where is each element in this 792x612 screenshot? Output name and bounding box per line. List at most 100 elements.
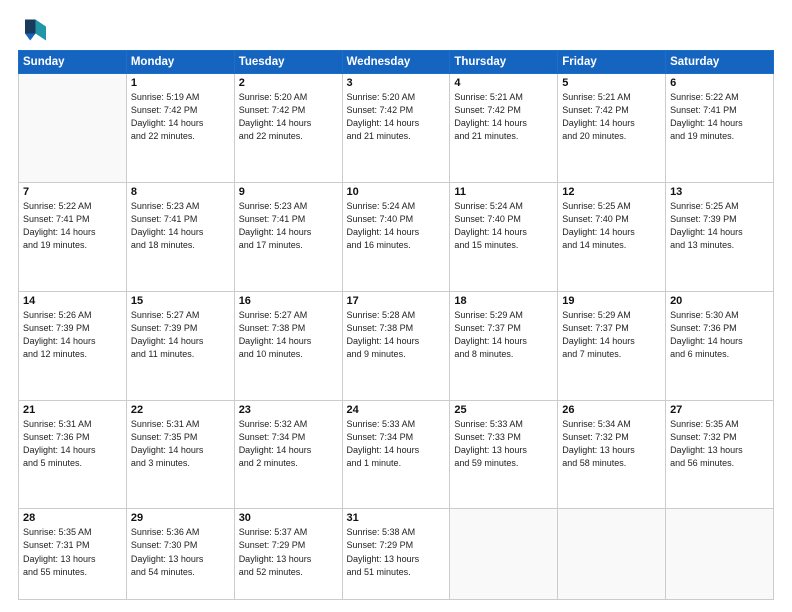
day-number: 22 xyxy=(131,404,230,416)
calendar-cell: 25 Sunrise: 5:33 AM Sunset: 7:33 PM Dayli… xyxy=(450,400,558,509)
weekday-header-tuesday: Tuesday xyxy=(234,51,342,74)
header xyxy=(18,16,774,44)
day-number: 4 xyxy=(454,77,553,89)
day-number: 1 xyxy=(131,77,230,89)
day-number: 10 xyxy=(347,186,446,198)
calendar-week-row: 28Sunrise: 5:35 AM Sunset: 7:31 PM Dayli… xyxy=(19,509,774,600)
calendar-cell: 18 Sunrise: 5:29 AM Sunset: 7:37 PM Dayli… xyxy=(450,291,558,400)
calendar-cell: 16 Sunrise: 5:27 AM Sunset: 7:38 PM Dayli… xyxy=(234,291,342,400)
day-info: Sunrise: 5:19 AM Sunset: 7:42 PM Dayligh… xyxy=(131,91,230,143)
day-info: Sunrise: 5:36 AM Sunset: 7:30 PM Dayligh… xyxy=(131,526,230,578)
weekday-header-monday: Monday xyxy=(126,51,234,74)
day-info: Sunrise: 5:38 AM Sunset: 7:29 PM Dayligh… xyxy=(347,526,446,578)
weekday-header-sunday: Sunday xyxy=(19,51,127,74)
calendar-cell: 19 Sunrise: 5:29 AM Sunset: 7:37 PM Dayli… xyxy=(558,291,666,400)
day-number: 25 xyxy=(454,404,553,416)
calendar-cell: 29 Sunrise: 5:36 AM Sunset: 7:30 PM Dayli… xyxy=(126,509,234,600)
day-info: Sunrise: 5:24 AM Sunset: 7:40 PM Dayligh… xyxy=(454,200,553,252)
day-number: 26 xyxy=(562,404,661,416)
calendar-cell xyxy=(19,74,127,183)
logo-icon xyxy=(18,16,46,44)
calendar-cell: 20Sunrise: 5:30 AM Sunset: 7:36 PM Dayli… xyxy=(666,291,774,400)
calendar-cell: 12Sunrise: 5:25 AM Sunset: 7:40 PM Dayli… xyxy=(558,182,666,291)
calendar-cell: 3 Sunrise: 5:20 AM Sunset: 7:42 PM Daylig… xyxy=(342,74,450,183)
calendar-cell: 14 Sunrise: 5:26 AM Sunset: 7:39 PM Dayli… xyxy=(19,291,127,400)
day-number: 27 xyxy=(670,404,769,416)
calendar-cell: 24Sunrise: 5:33 AM Sunset: 7:34 PM Dayli… xyxy=(342,400,450,509)
day-info: Sunrise: 5:22 AM Sunset: 7:41 PM Dayligh… xyxy=(670,91,769,143)
calendar-cell: 2 Sunrise: 5:20 AM Sunset: 7:42 PM Daylig… xyxy=(234,74,342,183)
day-info: Sunrise: 5:21 AM Sunset: 7:42 PM Dayligh… xyxy=(454,91,553,143)
calendar-week-row: 14 Sunrise: 5:26 AM Sunset: 7:39 PM Dayli… xyxy=(19,291,774,400)
day-number: 8 xyxy=(131,186,230,198)
calendar-week-row: 21 Sunrise: 5:31 AM Sunset: 7:36 PM Dayli… xyxy=(19,400,774,509)
day-info: Sunrise: 5:26 AM Sunset: 7:39 PM Dayligh… xyxy=(23,309,122,361)
day-info: Sunrise: 5:20 AM Sunset: 7:42 PM Dayligh… xyxy=(239,91,338,143)
day-info: Sunrise: 5:25 AM Sunset: 7:39 PM Dayligh… xyxy=(670,200,769,252)
day-number: 19 xyxy=(562,295,661,307)
calendar-cell: 17Sunrise: 5:28 AM Sunset: 7:38 PM Dayli… xyxy=(342,291,450,400)
logo xyxy=(18,16,50,44)
day-info: Sunrise: 5:28 AM Sunset: 7:38 PM Dayligh… xyxy=(347,309,446,361)
day-info: Sunrise: 5:24 AM Sunset: 7:40 PM Dayligh… xyxy=(347,200,446,252)
day-info: Sunrise: 5:37 AM Sunset: 7:29 PM Dayligh… xyxy=(239,526,338,578)
day-number: 11 xyxy=(454,186,553,198)
calendar-cell: 5 Sunrise: 5:21 AM Sunset: 7:42 PM Daylig… xyxy=(558,74,666,183)
day-number: 20 xyxy=(670,295,769,307)
calendar-week-row: 1 Sunrise: 5:19 AM Sunset: 7:42 PM Daylig… xyxy=(19,74,774,183)
calendar-cell: 26Sunrise: 5:34 AM Sunset: 7:32 PM Dayli… xyxy=(558,400,666,509)
page: SundayMondayTuesdayWednesdayThursdayFrid… xyxy=(0,0,792,612)
day-number: 2 xyxy=(239,77,338,89)
weekday-header-row: SundayMondayTuesdayWednesdayThursdayFrid… xyxy=(19,51,774,74)
day-info: Sunrise: 5:23 AM Sunset: 7:41 PM Dayligh… xyxy=(131,200,230,252)
day-info: Sunrise: 5:22 AM Sunset: 7:41 PM Dayligh… xyxy=(23,200,122,252)
calendar-cell xyxy=(666,509,774,600)
day-info: Sunrise: 5:27 AM Sunset: 7:38 PM Dayligh… xyxy=(239,309,338,361)
day-number: 18 xyxy=(454,295,553,307)
day-info: Sunrise: 5:25 AM Sunset: 7:40 PM Dayligh… xyxy=(562,200,661,252)
calendar-cell: 22 Sunrise: 5:31 AM Sunset: 7:35 PM Dayli… xyxy=(126,400,234,509)
day-number: 16 xyxy=(239,295,338,307)
calendar-cell: 23Sunrise: 5:32 AM Sunset: 7:34 PM Dayli… xyxy=(234,400,342,509)
day-info: Sunrise: 5:29 AM Sunset: 7:37 PM Dayligh… xyxy=(454,309,553,361)
day-number: 3 xyxy=(347,77,446,89)
calendar-cell: 28Sunrise: 5:35 AM Sunset: 7:31 PM Dayli… xyxy=(19,509,127,600)
day-number: 30 xyxy=(239,512,338,524)
day-number: 15 xyxy=(131,295,230,307)
day-info: Sunrise: 5:35 AM Sunset: 7:32 PM Dayligh… xyxy=(670,418,769,470)
day-number: 29 xyxy=(131,512,230,524)
day-info: Sunrise: 5:31 AM Sunset: 7:35 PM Dayligh… xyxy=(131,418,230,470)
calendar-cell: 21 Sunrise: 5:31 AM Sunset: 7:36 PM Dayli… xyxy=(19,400,127,509)
day-number: 28 xyxy=(23,512,122,524)
day-number: 7 xyxy=(23,186,122,198)
calendar-table: SundayMondayTuesdayWednesdayThursdayFrid… xyxy=(18,50,774,600)
day-number: 21 xyxy=(23,404,122,416)
day-info: Sunrise: 5:33 AM Sunset: 7:33 PM Dayligh… xyxy=(454,418,553,470)
day-number: 5 xyxy=(562,77,661,89)
day-info: Sunrise: 5:31 AM Sunset: 7:36 PM Dayligh… xyxy=(23,418,122,470)
day-number: 6 xyxy=(670,77,769,89)
day-info: Sunrise: 5:32 AM Sunset: 7:34 PM Dayligh… xyxy=(239,418,338,470)
day-info: Sunrise: 5:23 AM Sunset: 7:41 PM Dayligh… xyxy=(239,200,338,252)
calendar-cell: 11 Sunrise: 5:24 AM Sunset: 7:40 PM Dayli… xyxy=(450,182,558,291)
day-info: Sunrise: 5:29 AM Sunset: 7:37 PM Dayligh… xyxy=(562,309,661,361)
calendar-cell: 9Sunrise: 5:23 AM Sunset: 7:41 PM Daylig… xyxy=(234,182,342,291)
day-number: 13 xyxy=(670,186,769,198)
weekday-header-wednesday: Wednesday xyxy=(342,51,450,74)
weekday-header-thursday: Thursday xyxy=(450,51,558,74)
day-info: Sunrise: 5:20 AM Sunset: 7:42 PM Dayligh… xyxy=(347,91,446,143)
calendar-cell xyxy=(450,509,558,600)
calendar-cell: 13 Sunrise: 5:25 AM Sunset: 7:39 PM Dayli… xyxy=(666,182,774,291)
weekday-header-friday: Friday xyxy=(558,51,666,74)
calendar-cell: 10 Sunrise: 5:24 AM Sunset: 7:40 PM Dayli… xyxy=(342,182,450,291)
day-number: 14 xyxy=(23,295,122,307)
calendar-cell: 4 Sunrise: 5:21 AM Sunset: 7:42 PM Daylig… xyxy=(450,74,558,183)
calendar-cell: 30 Sunrise: 5:37 AM Sunset: 7:29 PM Dayli… xyxy=(234,509,342,600)
day-number: 24 xyxy=(347,404,446,416)
weekday-header-saturday: Saturday xyxy=(666,51,774,74)
day-info: Sunrise: 5:21 AM Sunset: 7:42 PM Dayligh… xyxy=(562,91,661,143)
calendar-cell: 15Sunrise: 5:27 AM Sunset: 7:39 PM Dayli… xyxy=(126,291,234,400)
calendar-cell: 6 Sunrise: 5:22 AM Sunset: 7:41 PM Daylig… xyxy=(666,74,774,183)
calendar-cell: 7 Sunrise: 5:22 AM Sunset: 7:41 PM Daylig… xyxy=(19,182,127,291)
calendar-week-row: 7 Sunrise: 5:22 AM Sunset: 7:41 PM Daylig… xyxy=(19,182,774,291)
